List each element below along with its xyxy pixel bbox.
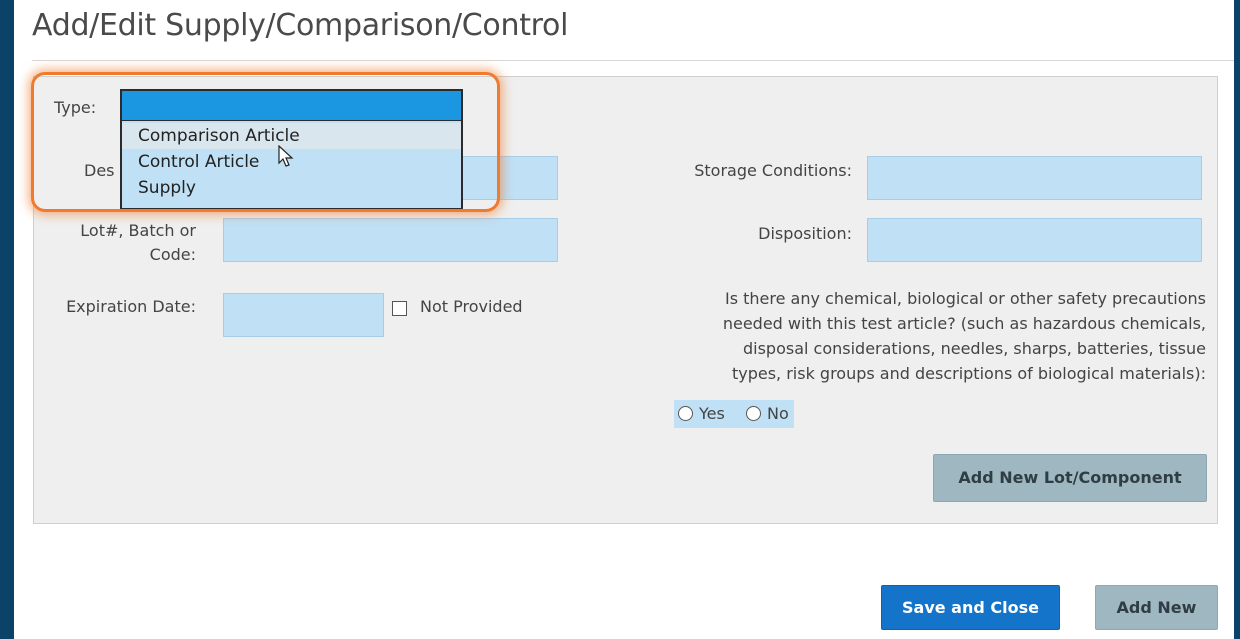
expiration-label: Expiration Date: bbox=[66, 297, 196, 316]
storage-label: Storage Conditions: bbox=[694, 161, 852, 180]
mouse-cursor-icon bbox=[278, 145, 294, 167]
no-radio[interactable] bbox=[746, 406, 761, 421]
yes-radio[interactable] bbox=[678, 406, 693, 421]
safety-line-2: needed with this test article? (such as … bbox=[722, 314, 1206, 333]
title-divider bbox=[32, 60, 1234, 61]
lot-field[interactable] bbox=[223, 218, 558, 262]
expiration-date-field[interactable] bbox=[223, 293, 384, 337]
safety-radio-group: Yes No bbox=[674, 400, 794, 428]
dialog-card: Add/Edit Supply/Comparison/Control Des L… bbox=[14, 0, 1234, 639]
storage-conditions-field[interactable] bbox=[867, 156, 1202, 200]
lot-label: Lot#, Batch or Code: bbox=[54, 219, 196, 267]
not-provided-label: Not Provided bbox=[420, 297, 523, 316]
safety-line-3: disposal considerations, needles, sharps… bbox=[742, 339, 1206, 358]
add-new-button[interactable]: Add New bbox=[1095, 585, 1218, 630]
page-title: Add/Edit Supply/Comparison/Control bbox=[32, 8, 569, 43]
disposition-field[interactable] bbox=[867, 218, 1202, 262]
not-provided-checkbox[interactable] bbox=[392, 301, 407, 316]
safety-line-4: types, risk groups and descriptions of b… bbox=[731, 364, 1206, 383]
safety-line-1: Is there any chemical, biological or oth… bbox=[724, 289, 1206, 308]
highlight-annotation bbox=[31, 72, 500, 212]
save-and-close-button[interactable]: Save and Close bbox=[881, 585, 1060, 630]
lot-label-line1: Lot#, Batch or bbox=[80, 221, 196, 240]
add-new-lot-button[interactable]: Add New Lot/Component bbox=[933, 454, 1207, 502]
yes-label: Yes bbox=[699, 404, 725, 423]
safety-question: Is there any chemical, biological or oth… bbox=[594, 286, 1206, 386]
disposition-label: Disposition: bbox=[758, 224, 852, 243]
lot-label-line2: Code: bbox=[149, 245, 196, 264]
no-label: No bbox=[767, 404, 789, 423]
